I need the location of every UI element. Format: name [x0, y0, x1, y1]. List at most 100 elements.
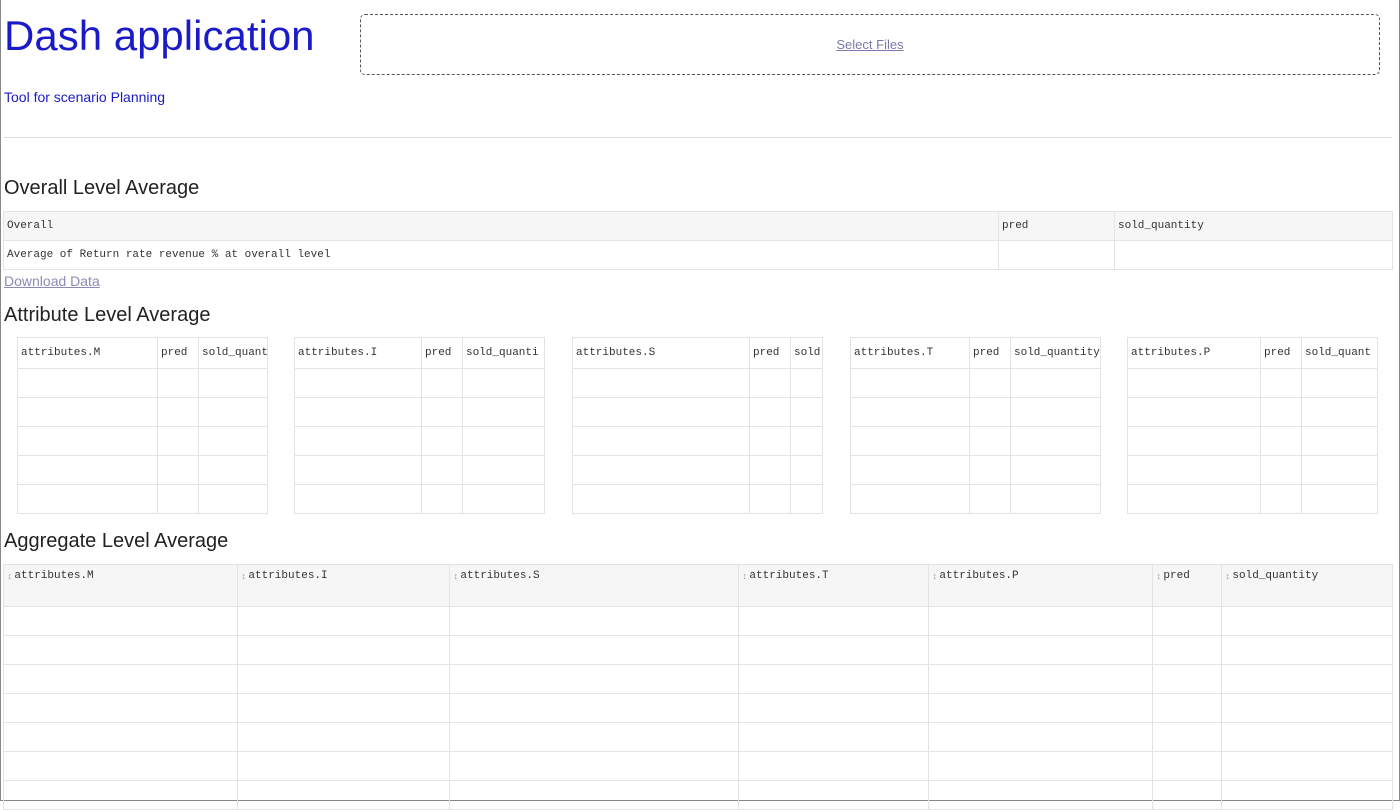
column-header-attribute[interactable]: attributes.P: [1127, 337, 1261, 369]
sort-arrows-icon[interactable]: ↕: [241, 572, 246, 582]
table-cell[interactable]: [928, 780, 1153, 810]
table-cell[interactable]: [1114, 240, 1393, 270]
table-cell[interactable]: [749, 484, 791, 514]
table-cell[interactable]: [790, 426, 823, 456]
table-cell[interactable]: [449, 751, 739, 781]
table-cell[interactable]: [462, 484, 545, 514]
table-cell[interactable]: [1152, 722, 1222, 752]
column-header-pred[interactable]: pred: [969, 337, 1011, 369]
column-header-pred[interactable]: pred: [998, 211, 1115, 241]
table-cell[interactable]: [1010, 455, 1101, 485]
column-header-sold-quantity[interactable]: sold_quantity: [1010, 337, 1101, 369]
table-cell[interactable]: [3, 722, 238, 752]
table-cell[interactable]: [790, 484, 823, 514]
table-cell[interactable]: [17, 455, 158, 485]
sort-arrows-icon[interactable]: ↕: [453, 572, 458, 582]
table-cell[interactable]: [17, 368, 158, 398]
table-cell[interactable]: [749, 368, 791, 398]
column-header-attributes-i[interactable]: ↕ attributes.I: [237, 564, 450, 607]
table-cell[interactable]: [572, 455, 750, 485]
table-cell[interactable]: [1301, 455, 1378, 485]
table-cell[interactable]: [1301, 397, 1378, 427]
table-cell[interactable]: [198, 455, 268, 485]
table-cell[interactable]: [850, 484, 970, 514]
column-header-sold-quantity[interactable]: sold_quanti: [462, 337, 545, 369]
table-cell[interactable]: [449, 606, 739, 636]
table-cell[interactable]: [1152, 693, 1222, 723]
sort-arrows-icon[interactable]: ↕: [1225, 572, 1230, 582]
table-cell[interactable]: [157, 397, 199, 427]
table-cell[interactable]: [198, 397, 268, 427]
table-cell[interactable]: [850, 426, 970, 456]
table-cell[interactable]: [928, 635, 1153, 665]
table-cell[interactable]: [850, 368, 970, 398]
table-cell[interactable]: [738, 635, 929, 665]
column-header-pred[interactable]: pred: [749, 337, 791, 369]
table-cell[interactable]: Average of Return rate revenue % at over…: [3, 240, 999, 270]
table-cell[interactable]: [237, 780, 450, 810]
column-header-pred[interactable]: pred: [421, 337, 463, 369]
column-header-sold-quantity[interactable]: sold_quantity: [1114, 211, 1393, 241]
table-cell[interactable]: [790, 368, 823, 398]
table-cell[interactable]: [462, 426, 545, 456]
table-cell[interactable]: [3, 635, 238, 665]
table-cell[interactable]: [449, 693, 739, 723]
sort-arrows-icon[interactable]: ↕: [7, 572, 12, 582]
table-cell[interactable]: [572, 397, 750, 427]
table-cell[interactable]: [1127, 368, 1261, 398]
table-cell[interactable]: [850, 455, 970, 485]
table-cell[interactable]: [294, 397, 422, 427]
table-cell[interactable]: [749, 397, 791, 427]
table-cell[interactable]: [421, 368, 463, 398]
download-data-link[interactable]: Download Data: [4, 273, 100, 289]
table-cell[interactable]: [421, 397, 463, 427]
table-cell[interactable]: [928, 606, 1153, 636]
column-header-attribute[interactable]: attributes.T: [850, 337, 970, 369]
table-cell[interactable]: [421, 426, 463, 456]
table-cell[interactable]: [3, 751, 238, 781]
column-header-pred[interactable]: pred: [1260, 337, 1302, 369]
table-cell[interactable]: [790, 455, 823, 485]
table-cell[interactable]: [1221, 664, 1393, 694]
table-cell[interactable]: [294, 484, 422, 514]
table-cell[interactable]: [749, 426, 791, 456]
table-cell[interactable]: [157, 368, 199, 398]
table-cell[interactable]: [1010, 397, 1101, 427]
table-cell[interactable]: [237, 635, 450, 665]
column-header-overall[interactable]: Overall: [3, 211, 999, 241]
table-cell[interactable]: [1152, 606, 1222, 636]
column-header-attribute[interactable]: attributes.M: [17, 337, 158, 369]
table-cell[interactable]: [572, 426, 750, 456]
table-cell[interactable]: [928, 722, 1153, 752]
table-cell[interactable]: [1010, 426, 1101, 456]
table-cell[interactable]: [1221, 606, 1393, 636]
table-cell[interactable]: [1152, 751, 1222, 781]
table-cell[interactable]: [969, 397, 1011, 427]
table-cell[interactable]: [969, 426, 1011, 456]
column-header-pred[interactable]: ↕ pred: [1152, 564, 1222, 607]
table-cell[interactable]: [462, 397, 545, 427]
table-cell[interactable]: [449, 780, 739, 810]
table-cell[interactable]: [198, 368, 268, 398]
table-cell[interactable]: [1260, 426, 1302, 456]
table-cell[interactable]: [157, 484, 199, 514]
table-cell[interactable]: [17, 426, 158, 456]
table-cell[interactable]: [1010, 484, 1101, 514]
table-cell[interactable]: [1152, 635, 1222, 665]
column-header-attributes-m[interactable]: ↕ attributes.M: [3, 564, 238, 607]
table-cell[interactable]: [157, 426, 199, 456]
table-cell[interactable]: [1010, 368, 1101, 398]
column-header-attributes-s[interactable]: ↕ attributes.S: [449, 564, 739, 607]
table-cell[interactable]: [1127, 397, 1261, 427]
table-cell[interactable]: [237, 693, 450, 723]
table-cell[interactable]: [462, 368, 545, 398]
table-cell[interactable]: [1221, 635, 1393, 665]
table-cell[interactable]: [738, 780, 929, 810]
table-cell[interactable]: [3, 693, 238, 723]
table-cell[interactable]: [1127, 484, 1261, 514]
table-cell[interactable]: [1221, 780, 1393, 810]
table-cell[interactable]: [3, 664, 238, 694]
table-cell[interactable]: [1152, 664, 1222, 694]
table-cell[interactable]: [738, 664, 929, 694]
table-cell[interactable]: [3, 780, 238, 810]
